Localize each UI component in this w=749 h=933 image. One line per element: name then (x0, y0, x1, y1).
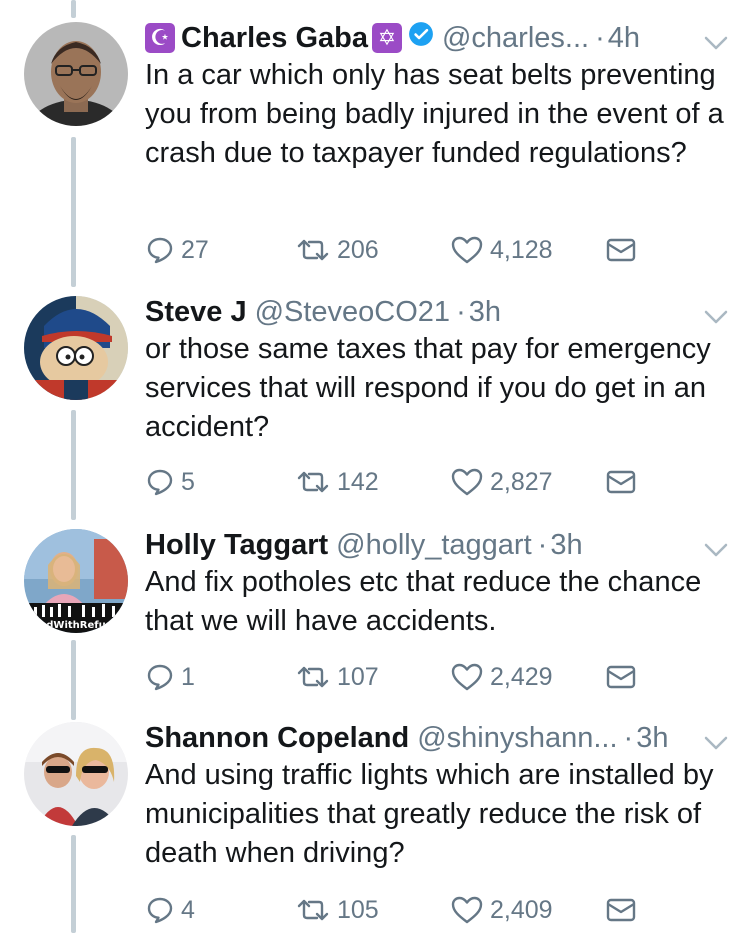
retweet-count: 105 (337, 895, 379, 924)
chevron-down-icon[interactable] (703, 726, 729, 759)
avatar[interactable] (24, 22, 128, 126)
reply-icon (147, 469, 173, 496)
tweet[interactable]: dWithRefu Holly Taggart @holly_taggart ·… (0, 525, 749, 715)
retweet-icon (297, 239, 329, 261)
tweet-header: ☪ Charles Gaba ✡ @charles... · 4h (145, 18, 729, 58)
separator-dot: · (537, 528, 548, 561)
like-button[interactable]: 2,429 (450, 657, 553, 697)
verified-icon (408, 21, 434, 55)
author-handle[interactable]: @SteveoCO21 (255, 296, 450, 329)
like-icon (451, 236, 483, 264)
tweet[interactable]: Shannon Copeland @shinyshann... · 3h And… (0, 718, 749, 933)
avatar[interactable] (24, 722, 128, 826)
direct-message-icon (606, 238, 636, 262)
tweet-actions: 27 206 4,128 (145, 230, 645, 270)
thread-line (71, 0, 76, 18)
direct-message-icon (606, 665, 636, 689)
reply-button[interactable]: 1 (145, 657, 195, 697)
separator-dot: · (456, 295, 466, 328)
avatar-caption: dWithRefu (46, 620, 105, 631)
author-handle[interactable]: @charles... (442, 22, 589, 55)
avatar[interactable]: dWithRefu (24, 529, 128, 633)
retweet-icon (297, 899, 329, 921)
chevron-down-icon[interactable] (703, 533, 729, 566)
like-count: 2,429 (490, 662, 553, 691)
author-handle[interactable]: @holly_taggart (336, 529, 532, 562)
direct-message-button[interactable] (605, 462, 643, 502)
author-name[interactable]: Steve J (145, 296, 247, 329)
retweet-button[interactable]: 105 (295, 890, 379, 930)
retweet-icon (297, 666, 329, 688)
avatar[interactable] (24, 296, 128, 400)
like-count: 2,827 (490, 467, 553, 496)
direct-message-icon (606, 470, 636, 494)
tweet-text: And using traffic lights which are insta… (145, 759, 714, 869)
tweet-text: or those same taxes that pay for emergen… (145, 333, 711, 443)
tweet-header: Shannon Copeland @shinyshann... · 3h (145, 718, 729, 758)
direct-message-button[interactable] (605, 890, 643, 930)
retweet-button[interactable]: 107 (295, 657, 379, 697)
reply-count: 4 (181, 895, 195, 924)
retweet-icon (297, 471, 329, 493)
author-name[interactable]: Charles Gaba (181, 22, 368, 55)
timestamp[interactable]: 3h (469, 296, 501, 329)
chevron-down-icon[interactable] (703, 26, 729, 59)
reply-button[interactable]: 27 (145, 230, 209, 270)
like-count: 4,128 (490, 235, 553, 264)
like-icon (451, 468, 483, 496)
direct-message-button[interactable] (605, 657, 643, 697)
reply-count: 1 (181, 662, 195, 691)
tweet[interactable]: ☪ Charles Gaba ✡ @charles... · 4h In a c… (0, 18, 749, 278)
tweet-text: In a car which only has seat belts preve… (145, 59, 724, 169)
separator-dot: · (623, 721, 634, 754)
reply-count: 5 (181, 467, 195, 496)
retweet-count: 107 (337, 662, 379, 691)
tweet-header: Holly Taggart @holly_taggart · 3h (145, 525, 729, 565)
separator-dot: · (595, 21, 605, 54)
star-of-david-icon: ✡ (371, 23, 402, 53)
tweet[interactable]: Steve J @SteveoCO21 · 3h or those same t… (0, 292, 749, 522)
like-button[interactable]: 4,128 (450, 230, 553, 270)
timestamp[interactable]: 3h (636, 722, 668, 755)
like-icon (451, 663, 483, 691)
reply-button[interactable]: 4 (145, 890, 195, 930)
reply-icon (147, 237, 173, 264)
author-name[interactable]: Shannon Copeland (145, 722, 409, 755)
tweet-text: And fix potholes etc that reduce the cha… (145, 566, 702, 637)
tweet-actions: 4 105 2,409 (145, 890, 645, 930)
like-icon (451, 896, 483, 924)
chevron-down-icon[interactable] (703, 300, 729, 333)
timestamp[interactable]: 3h (550, 529, 582, 562)
reply-button[interactable]: 5 (145, 462, 195, 502)
retweet-button[interactable]: 206 (295, 230, 379, 270)
crescent-star-icon: ☪ (145, 23, 175, 53)
retweet-button[interactable]: 142 (295, 462, 379, 502)
author-name[interactable]: Holly Taggart (145, 529, 328, 562)
like-button[interactable]: 2,827 (450, 462, 553, 502)
tweet-header: Steve J @SteveoCO21 · 3h (145, 292, 729, 332)
like-button[interactable]: 2,409 (450, 890, 553, 930)
retweet-count: 142 (337, 467, 379, 496)
reply-count: 27 (181, 235, 209, 264)
direct-message-button[interactable] (605, 230, 643, 270)
timestamp[interactable]: 4h (608, 22, 640, 55)
reply-icon (147, 664, 173, 691)
retweet-count: 206 (337, 235, 379, 264)
author-handle[interactable]: @shinyshann... (417, 722, 617, 755)
direct-message-icon (606, 898, 636, 922)
tweet-actions: 5 142 2,827 (145, 462, 645, 502)
tweet-actions: 1 107 2,429 (145, 657, 645, 697)
reply-icon (147, 897, 173, 924)
like-count: 2,409 (490, 895, 553, 924)
